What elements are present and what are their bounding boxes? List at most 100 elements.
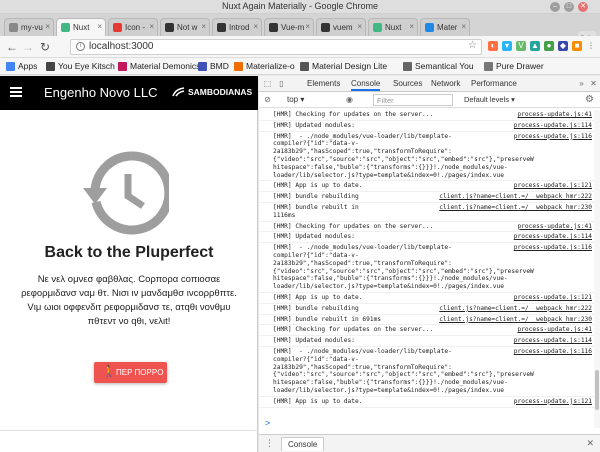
browser-tab[interactable]: vuem × <box>316 18 366 36</box>
close-tab-icon[interactable]: × <box>305 22 310 31</box>
bookmark-item[interactable]: Pure Drawer <box>484 61 544 71</box>
source-link[interactable]: process-update.js:41 <box>517 326 592 334</box>
close-tab-icon[interactable]: × <box>45 22 50 31</box>
browser-tab[interactable]: Introd × <box>212 18 262 36</box>
divider <box>0 430 258 431</box>
close-tab-icon[interactable]: × <box>97 22 102 31</box>
console-message: [HMR] Updated modules: process-update.js:… <box>259 232 594 244</box>
address-url: localhost:3000 <box>89 41 154 52</box>
console-message-text: [HMR] Updated modules: <box>273 337 355 345</box>
source-link[interactable]: client.js?name=client.=/__webpack_hmr:22… <box>439 193 592 201</box>
close-window-button[interactable]: ✕ <box>578 2 588 12</box>
maximize-button[interactable]: □ <box>564 2 574 12</box>
source-link[interactable]: process-update.js:41 <box>517 111 592 119</box>
browser-tab[interactable]: Icon - × <box>108 18 158 36</box>
devtools-tab[interactable]: Network <box>431 79 460 88</box>
bookmark-item[interactable]: Apps <box>6 61 37 71</box>
info-icon[interactable]: i <box>76 42 85 51</box>
bookmark-star-icon[interactable]: ☆ <box>468 40 477 51</box>
devtools-tab[interactable]: Elements <box>307 79 340 88</box>
source-link[interactable]: process-update.js:116 <box>514 244 592 252</box>
scrollbar[interactable] <box>594 110 600 428</box>
extension-icon[interactable]: ■ <box>572 41 582 51</box>
close-drawer-icon[interactable]: ✕ <box>586 438 594 449</box>
bookmark-item[interactable]: Semantical You <box>403 61 474 71</box>
source-link[interactable]: client.js?name=client.=/__webpack_hmr:23… <box>439 316 592 324</box>
minimize-button[interactable]: – <box>550 2 560 12</box>
bookmark-item[interactable]: Materialize-o <box>234 61 295 71</box>
extension-icon[interactable]: ▾ <box>502 41 512 51</box>
console-message-text: [HMR] bundle rebuilt in 691ms <box>273 315 382 323</box>
bookmark-icon <box>198 62 207 71</box>
close-tab-icon[interactable]: × <box>149 22 154 31</box>
close-tab-icon[interactable]: × <box>409 22 414 31</box>
account-button[interactable]: SAMBODIANAS <box>172 87 252 97</box>
bookmark-item[interactable]: BMD <box>198 61 229 71</box>
devtools-tab[interactable]: Performance <box>471 79 517 88</box>
forward-icon[interactable]: → <box>22 40 34 54</box>
source-link[interactable]: process-update.js:114 <box>514 122 592 130</box>
source-link[interactable]: process-update.js:121 <box>514 182 592 190</box>
drawer-menu-icon[interactable]: ⋮ <box>265 438 274 449</box>
bookmark-icon <box>118 62 127 71</box>
source-link[interactable]: client.js?name=client.=/__webpack_hmr:23… <box>439 204 592 212</box>
eye-icon[interactable]: ◉ <box>345 95 354 104</box>
walk-icon: 🚶 <box>102 366 116 378</box>
bookmark-icon <box>484 62 493 71</box>
bookmark-label: Material Design Lite <box>312 61 388 71</box>
extension-icon[interactable]: ◐ <box>488 41 498 51</box>
menu-dots-icon[interactable]: ⋮ <box>586 41 596 51</box>
clear-console-icon[interactable]: ⊘ <box>263 95 272 104</box>
extension-icon[interactable]: ◆ <box>558 41 568 51</box>
gear-icon[interactable]: ⚙ <box>585 94 594 105</box>
context-select[interactable]: top ▾ <box>287 95 304 104</box>
source-link[interactable]: process-update.js:116 <box>514 348 592 356</box>
tab-label: Vue-m <box>281 23 305 32</box>
extension-icon[interactable]: ● <box>544 41 554 51</box>
filter-input[interactable]: Filter <box>373 94 453 106</box>
devtools-tab[interactable]: Sources <box>393 79 422 88</box>
bookmark-item[interactable]: Material Demonics <box>118 61 200 71</box>
vue-devtools-icon[interactable]: V <box>516 41 526 51</box>
hamburger-menu-icon[interactable] <box>10 87 22 97</box>
browser-tab[interactable]: Nuxt × <box>368 18 418 36</box>
extension-icon[interactable]: ▲ <box>530 41 540 51</box>
source-link[interactable]: process-update.js:114 <box>514 337 592 345</box>
more-tabs-icon[interactable]: » <box>577 79 586 88</box>
browser-tab[interactable]: my-vu × <box>4 18 54 36</box>
close-tab-icon[interactable]: × <box>461 22 466 31</box>
source-link[interactable]: process-update.js:116 <box>514 133 592 141</box>
address-bar[interactable]: i localhost:3000 ☆ <box>70 39 482 55</box>
source-link[interactable]: process-update.js:41 <box>517 223 592 231</box>
source-link[interactable]: process-update.js:121 <box>514 294 592 302</box>
source-link[interactable]: process-update.js:121 <box>514 398 592 406</box>
console-message: [HMR] bundle rebuilt in 691ms client.js?n… <box>259 315 594 326</box>
source-link[interactable]: client.js?name=client.=/__webpack_hmr:22… <box>439 305 592 313</box>
drawer-tab-console[interactable]: Console <box>281 437 325 451</box>
console-prompt[interactable]: > <box>259 418 594 430</box>
console-message: [HMR] App is up to date. process-update.j… <box>259 293 594 304</box>
browser-tab[interactable]: Not w × <box>160 18 210 36</box>
close-devtools-icon[interactable]: ✕ <box>589 79 598 88</box>
device-toggle-icon[interactable]: ▯ <box>277 79 286 88</box>
browser-toolbar: ← → ↻ i localhost:3000 ☆ ◐ ▾ V ▲ ● ◆ ■ ⋮ <box>0 36 600 58</box>
back-icon[interactable]: ← <box>6 40 18 54</box>
browser-tab[interactable]: Nuxt × <box>56 18 106 37</box>
close-tab-icon[interactable]: × <box>201 22 206 31</box>
close-tab-icon[interactable]: × <box>253 22 258 31</box>
inspect-icon[interactable]: ⬚ <box>263 79 272 88</box>
browser-tab[interactable]: Mater × <box>420 18 470 36</box>
devtools-tab[interactable]: Console <box>351 79 381 91</box>
console-toolbar: ⊘ top ▾ ◉ Filter Default levels ▾ ⚙ <box>259 92 600 108</box>
bookmark-item[interactable]: You Eye Kitsch <box>46 61 115 71</box>
console-message-text: [HMR] - ./node_modules/vue-loader/lib/te… <box>273 347 534 394</box>
cta-button[interactable]: 🚶 ΠΕΡ ΠΟΡΡΟ <box>94 362 167 383</box>
page-viewport: Engenho Novo LLC SAMBODIANAS Back to the… <box>0 76 258 452</box>
reload-icon[interactable]: ↻ <box>40 40 50 54</box>
browser-tab[interactable]: Vue-m × <box>264 18 314 36</box>
log-levels-select[interactable]: Default levels ▾ <box>464 95 515 104</box>
source-link[interactable]: process-update.js:114 <box>514 233 592 241</box>
close-tab-icon[interactable]: × <box>357 22 362 31</box>
bookmark-item[interactable]: Material Design Lite <box>300 61 387 71</box>
browser-window: Nuxt Again Materially - Google Chrome – … <box>0 0 600 452</box>
